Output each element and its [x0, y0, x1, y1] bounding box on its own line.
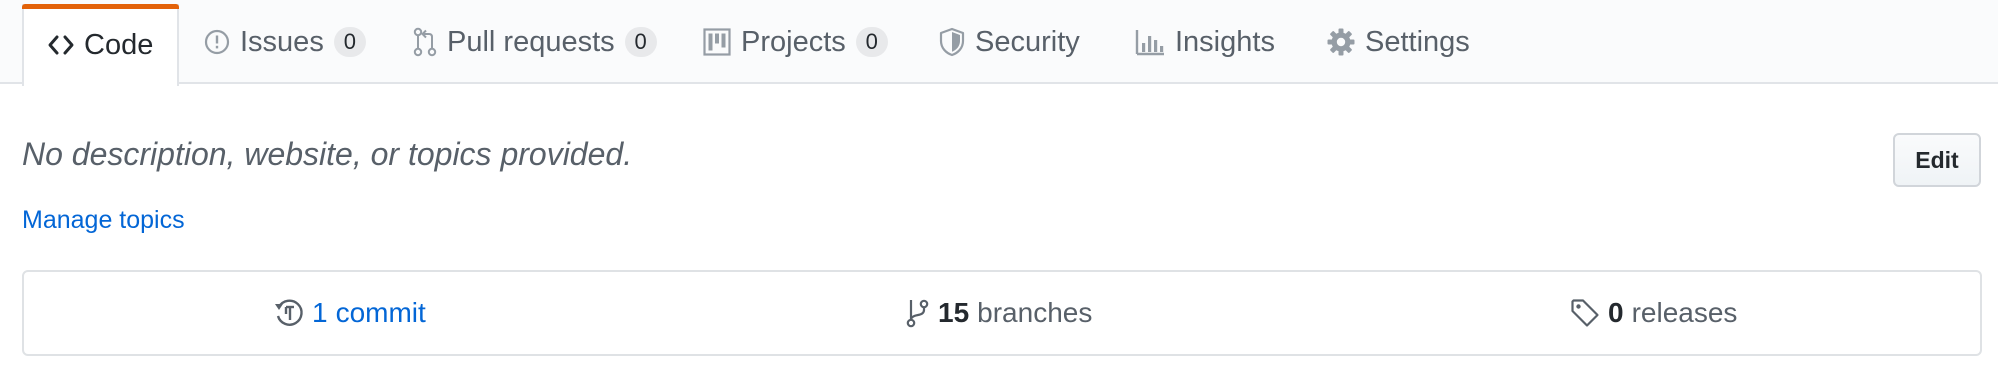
code-icon	[48, 34, 74, 56]
graph-icon	[1135, 28, 1165, 56]
releases-label: releases	[1631, 297, 1738, 328]
tab-security[interactable]: Security	[939, 0, 1080, 84]
tab-projects-label: Projects	[741, 25, 846, 58]
project-icon	[703, 28, 731, 56]
tab-code-label: Code	[84, 28, 154, 61]
git-pull-request-icon	[413, 27, 437, 57]
history-icon	[274, 298, 304, 328]
commits-label: commit	[335, 297, 426, 328]
numbers-summary: 1 commit 15 branches 0 releases	[22, 270, 1982, 356]
issue-opened-icon	[204, 29, 230, 55]
tab-code[interactable]: Code	[22, 4, 180, 86]
edit-button[interactable]: Edit	[1893, 133, 1981, 187]
commits-link[interactable]: 1 commit	[274, 272, 426, 354]
branches-link[interactable]: 15 branches	[906, 272, 1092, 354]
repo-description: No description, website, or topics provi…	[22, 136, 633, 172]
repo-page: Code Issues 0 Pull requests 0 Projects 0…	[0, 0, 1998, 376]
tab-pull-requests-label: Pull requests	[447, 25, 615, 58]
tab-issues[interactable]: Issues 0	[204, 0, 366, 84]
tab-insights-label: Insights	[1175, 25, 1275, 58]
releases-link[interactable]: 0 releases	[1570, 272, 1737, 354]
branches-count: 15	[938, 297, 970, 328]
gear-icon	[1327, 28, 1355, 56]
tab-insights[interactable]: Insights	[1135, 0, 1275, 84]
repo-nav: Code Issues 0 Pull requests 0 Projects 0…	[0, 0, 1998, 86]
pull-requests-counter: 0	[624, 27, 657, 57]
tab-settings-label: Settings	[1365, 25, 1470, 58]
projects-counter: 0	[855, 27, 888, 57]
branches-label: branches	[977, 297, 1093, 328]
tab-settings[interactable]: Settings	[1327, 0, 1470, 84]
commits-count: 1	[312, 297, 328, 328]
tab-security-label: Security	[975, 25, 1080, 58]
issues-counter: 0	[333, 27, 366, 57]
tag-icon	[1570, 298, 1600, 328]
tab-issues-label: Issues	[240, 25, 324, 58]
releases-count: 0	[1608, 297, 1624, 328]
shield-icon	[939, 27, 965, 57]
tab-pull-requests[interactable]: Pull requests 0	[413, 0, 657, 84]
manage-topics-link[interactable]: Manage topics	[22, 206, 185, 235]
tab-projects[interactable]: Projects 0	[703, 0, 888, 84]
git-branch-icon	[906, 298, 930, 328]
